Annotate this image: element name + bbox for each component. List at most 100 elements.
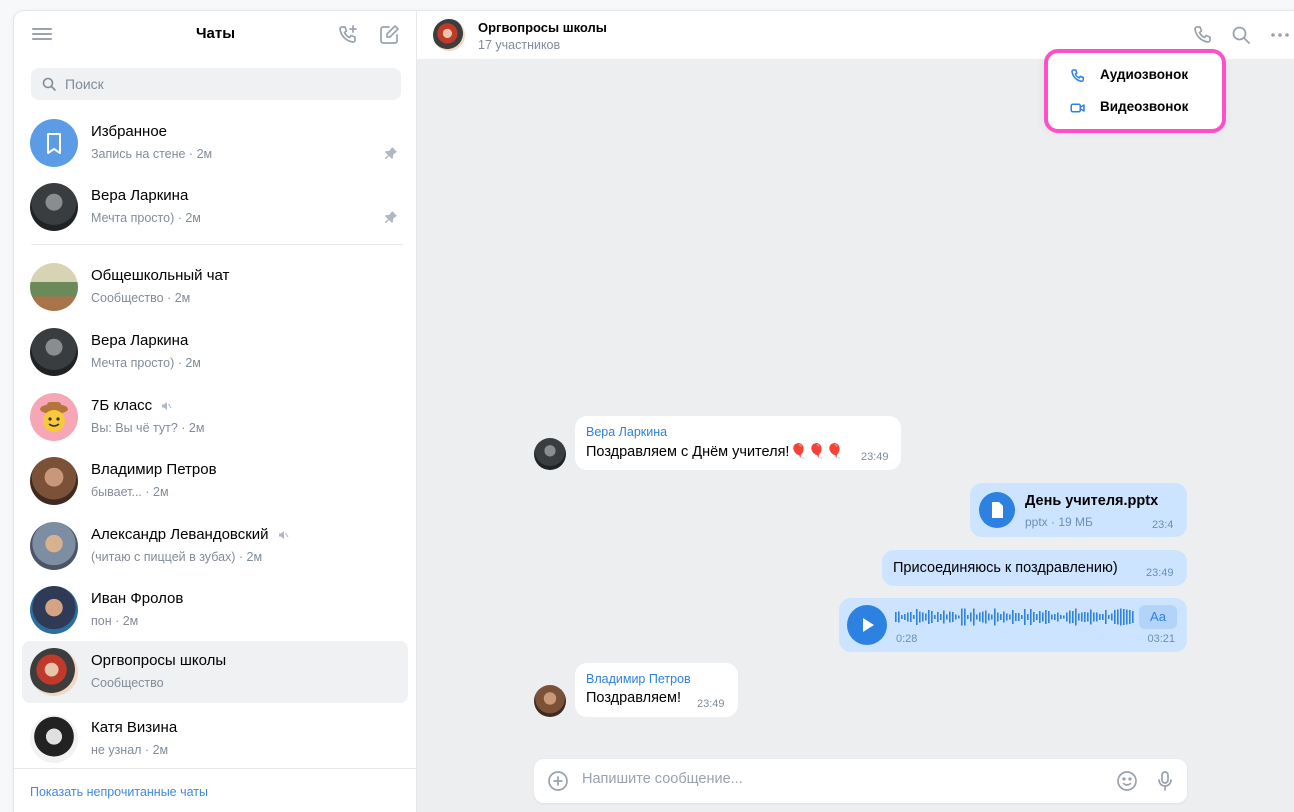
waveform-bar bbox=[958, 615, 960, 619]
waveform-bar bbox=[1033, 612, 1035, 622]
waveform-bar bbox=[964, 608, 966, 626]
waveform-bar bbox=[1117, 609, 1119, 625]
chat-preview: Мечта просто) · 2м bbox=[91, 211, 201, 225]
muted-icon bbox=[162, 402, 172, 411]
waveform-bar bbox=[1105, 610, 1107, 624]
chat-avatar[interactable] bbox=[433, 19, 465, 51]
waveform-bar bbox=[1066, 612, 1068, 622]
waveform-bar bbox=[1087, 612, 1089, 622]
phone-icon bbox=[1071, 69, 1084, 82]
chat-name: Оргвопросы школы bbox=[91, 652, 227, 669]
waveform[interactable] bbox=[895, 607, 1135, 627]
message-input[interactable] bbox=[582, 771, 1082, 787]
search-bar[interactable] bbox=[31, 68, 401, 100]
attach-plus-icon[interactable] bbox=[546, 769, 570, 793]
waveform-bar bbox=[1030, 609, 1032, 625]
waveform-bar bbox=[949, 611, 951, 623]
message-text: Присоединяюсь к поздравлению) bbox=[893, 560, 1118, 576]
waveform-bar bbox=[979, 612, 981, 622]
message-time: 23:49 bbox=[861, 451, 889, 463]
waveform-bar bbox=[907, 612, 909, 622]
chat-item-favorites[interactable]: Избранное Запись на стене · 2м bbox=[22, 112, 408, 174]
more-button[interactable] bbox=[1268, 23, 1292, 47]
waveform-bar bbox=[919, 611, 921, 623]
chat-item-katya[interactable]: Катя Визина не узнал · 2м bbox=[22, 708, 408, 770]
file-message[interactable]: День учителя.pptx pptx · 19 МБ 23:4 bbox=[970, 483, 1187, 537]
sender-avatar[interactable] bbox=[534, 685, 566, 717]
search-messages-button[interactable] bbox=[1229, 23, 1253, 47]
transcribe-button[interactable]: Aa bbox=[1139, 605, 1177, 629]
waveform-bar bbox=[1099, 614, 1101, 620]
new-call-button[interactable] bbox=[336, 23, 360, 47]
waveform-bar bbox=[1129, 610, 1131, 624]
avatar bbox=[30, 648, 78, 696]
video-camera-icon bbox=[1070, 103, 1085, 113]
video-call-item[interactable]: Видеозвонок bbox=[1045, 93, 1225, 123]
chat-item-ivan[interactable]: Иван Фролов пон · 2м bbox=[22, 579, 408, 641]
waveform-bar bbox=[946, 614, 948, 620]
message-author[interactable]: Владимир Петров bbox=[586, 672, 691, 686]
muted-icon bbox=[278, 531, 289, 540]
message-composer bbox=[534, 759, 1187, 803]
chat-sidebar: Чаты Поиск Избранное Запись на стене · 2… bbox=[14, 11, 417, 812]
waveform-bar bbox=[1075, 608, 1077, 626]
chat-item-alexander[interactable]: Александр Левандовский (читаю с пиццей в… bbox=[22, 515, 408, 577]
chat-title[interactable]: Оргвопросы школы bbox=[478, 20, 607, 35]
file-name: День учителя.pptx bbox=[1025, 493, 1159, 509]
waveform-bar bbox=[1090, 609, 1092, 625]
chat-item-vladimir[interactable]: Владимир Петров бывает... · 2м bbox=[22, 450, 408, 512]
pin-icon bbox=[385, 147, 397, 159]
waveform-bar bbox=[1039, 611, 1041, 623]
waveform-bar bbox=[1006, 613, 1008, 621]
compose-icon bbox=[380, 25, 399, 44]
chat-name: Вера Ларкина bbox=[91, 332, 189, 349]
emoji-icon[interactable] bbox=[1115, 769, 1139, 793]
member-count: 17 участников bbox=[478, 38, 561, 52]
chat-item-7b-class[interactable]: 7Б класс Вы: Вы чё тут? · 2м bbox=[22, 386, 408, 448]
messenger-window: Чаты Поиск Избранное Запись на стене · 2… bbox=[14, 11, 1294, 812]
waveform-bar bbox=[904, 614, 906, 620]
play-button[interactable] bbox=[847, 605, 887, 645]
chat-item-vera-pinned[interactable]: Вера Ларкина Мечта просто) · 2м bbox=[22, 176, 408, 238]
show-unread-link[interactable]: Показать непрочитанные чаты bbox=[30, 785, 208, 799]
sender-avatar[interactable] bbox=[534, 438, 566, 470]
video-call-label: Видеозвонок bbox=[1100, 99, 1189, 114]
waveform-bar bbox=[931, 611, 933, 623]
chat-panel: Оргвопросы школы 17 участников Аудиозвон… bbox=[417, 11, 1294, 812]
waveform-bar bbox=[922, 612, 924, 622]
call-button[interactable] bbox=[1191, 23, 1215, 47]
message-bubble-out: Присоединяюсь к поздравлению) 23:49 bbox=[882, 550, 1187, 586]
search-icon bbox=[42, 77, 56, 91]
waveform-bar bbox=[1111, 613, 1113, 621]
waveform-bar bbox=[1069, 610, 1071, 624]
waveform-bar bbox=[1012, 610, 1014, 624]
chat-preview: (читаю с пиццей в зубах) · 2м bbox=[91, 550, 263, 564]
search-input[interactable] bbox=[65, 76, 365, 92]
waveform-bar bbox=[1018, 613, 1020, 621]
message-author[interactable]: Вера Ларкина bbox=[586, 425, 667, 439]
chat-preview: пон · 2м bbox=[91, 614, 139, 628]
avatar bbox=[30, 522, 78, 570]
compose-button[interactable] bbox=[377, 23, 401, 47]
chat-name: Вера Ларкина bbox=[91, 187, 189, 204]
microphone-icon[interactable] bbox=[1153, 769, 1177, 793]
search-icon bbox=[1232, 26, 1250, 44]
avatar bbox=[30, 328, 78, 376]
waveform-bar bbox=[916, 609, 918, 625]
chat-name: 7Б класс bbox=[91, 397, 172, 414]
avatar bbox=[30, 393, 78, 441]
chat-preview: Мечта просто) · 2м bbox=[91, 356, 201, 370]
chat-name: Катя Визина bbox=[91, 719, 178, 736]
waveform-bar bbox=[1048, 611, 1050, 623]
waveform-bar bbox=[1108, 615, 1110, 619]
waveform-bar bbox=[1036, 614, 1038, 620]
waveform-bar bbox=[1057, 612, 1059, 622]
chat-item-vera[interactable]: Вера Ларкина Мечта просто) · 2м bbox=[22, 321, 408, 383]
waveform-bar bbox=[1126, 609, 1128, 625]
chat-item-orgvoprosy[interactable]: Оргвопросы школы Сообщество bbox=[22, 641, 408, 703]
chat-item-school-chat[interactable]: Общешкольный чат Сообщество · 2м bbox=[22, 256, 408, 318]
audio-call-item[interactable]: Аудиозвонок bbox=[1045, 61, 1225, 91]
chat-preview: Вы: Вы чё тут? · 2м bbox=[91, 421, 205, 435]
waveform-bar bbox=[970, 612, 972, 622]
waveform-bar bbox=[1120, 608, 1122, 626]
